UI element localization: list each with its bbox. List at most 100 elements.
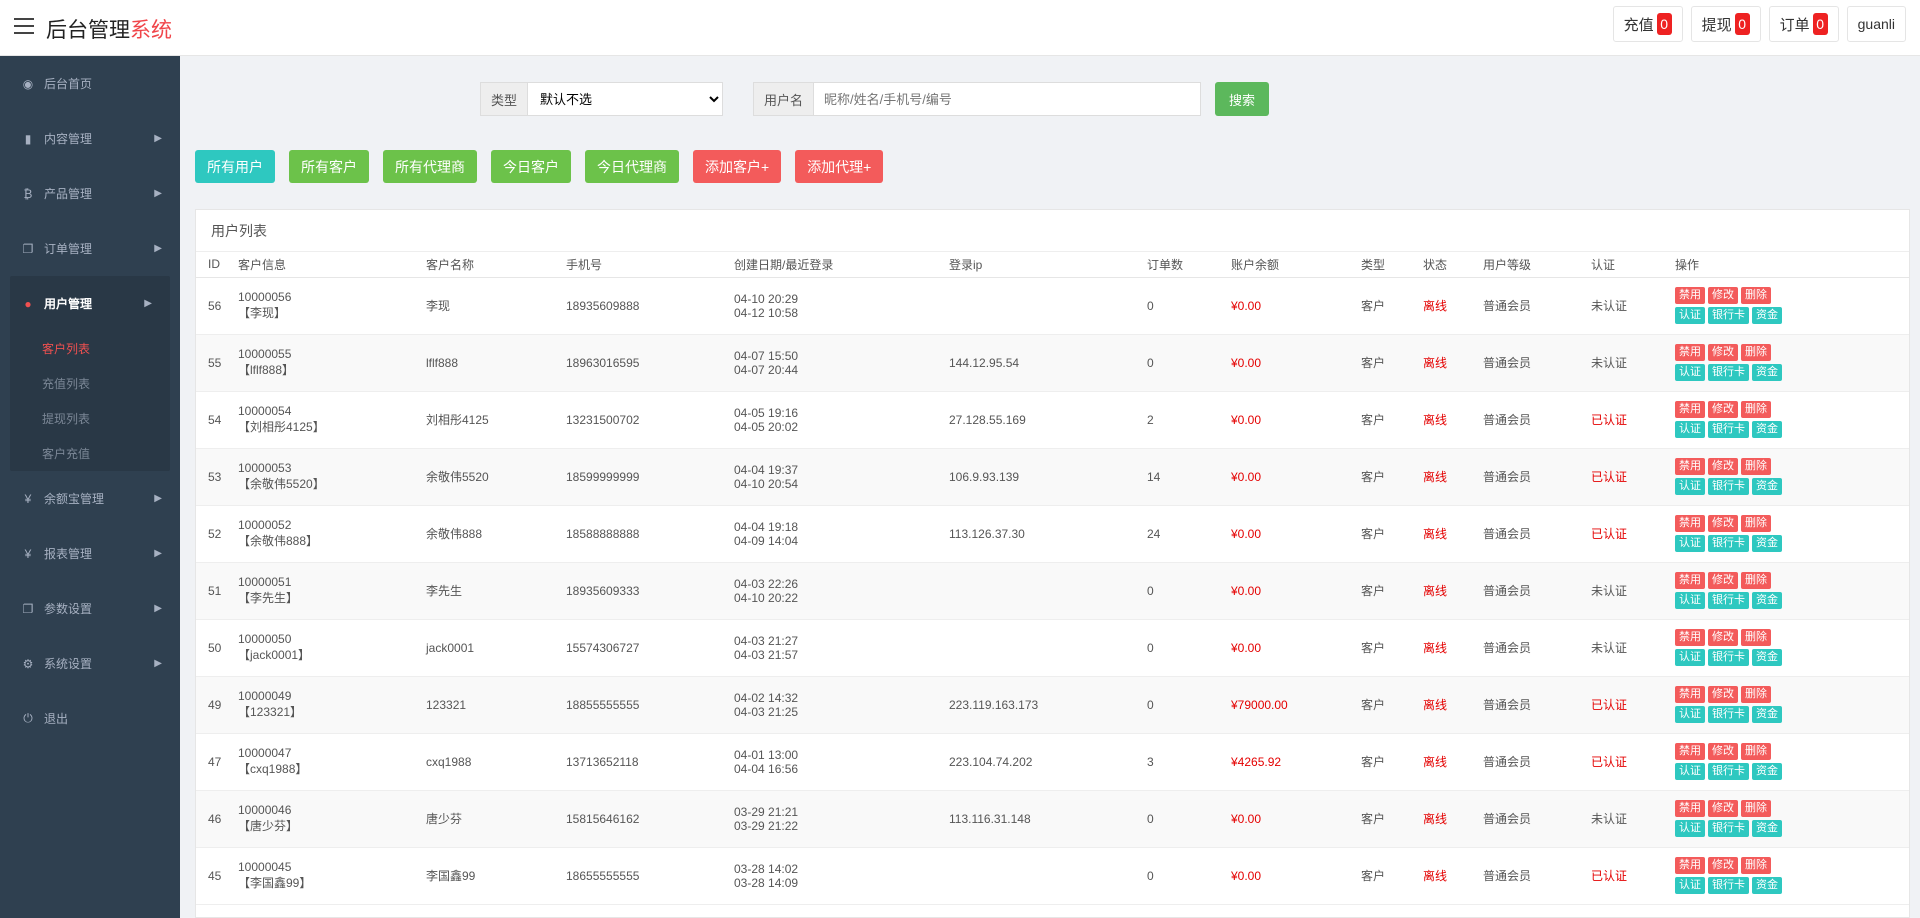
sidebar-item[interactable]: ❐ 参数设置 ▶ — [0, 581, 180, 636]
ban-button[interactable]: 禁用 — [1675, 401, 1705, 418]
sidebar-item[interactable]: ₿ 产品管理 ▶ — [0, 166, 180, 221]
sidebar-subitem[interactable]: 客户列表 — [10, 331, 170, 366]
bank-card-button[interactable]: 银行卡 — [1708, 763, 1749, 780]
type-select[interactable]: 默认不选 — [528, 83, 723, 115]
edit-button[interactable]: 修改 — [1708, 800, 1738, 817]
delete-button[interactable]: 删除 — [1741, 458, 1771, 475]
ban-button[interactable]: 禁用 — [1675, 857, 1705, 874]
verify-button[interactable]: 认证 — [1675, 364, 1705, 381]
ban-button[interactable]: 禁用 — [1675, 344, 1705, 361]
delete-button[interactable]: 删除 — [1741, 344, 1771, 361]
bank-card-button[interactable]: 银行卡 — [1708, 478, 1749, 495]
edit-button[interactable]: 修改 — [1708, 401, 1738, 418]
delete-button[interactable]: 删除 — [1741, 629, 1771, 646]
edit-button[interactable]: 修改 — [1708, 686, 1738, 703]
funds-button[interactable]: 资金 — [1752, 592, 1782, 609]
ban-button[interactable]: 禁用 — [1675, 629, 1705, 646]
cell-balance: ¥0.00 — [1219, 562, 1349, 620]
sidebar-item[interactable]: ◉ 后台首页 — [0, 56, 180, 111]
sidebar-item[interactable]: ¥ 余额宝管理 ▶ — [0, 471, 180, 526]
delete-button[interactable]: 删除 — [1741, 287, 1771, 304]
verify-button[interactable]: 认证 — [1675, 649, 1705, 666]
sidebar-item[interactable]: ⏻ 退出 — [0, 691, 180, 746]
bank-card-button[interactable]: 银行卡 — [1708, 307, 1749, 324]
delete-button[interactable]: 删除 — [1741, 515, 1771, 532]
funds-button[interactable]: 资金 — [1752, 877, 1782, 894]
bitcoin-icon: ₿ — [23, 186, 33, 201]
bank-card-button[interactable]: 银行卡 — [1708, 421, 1749, 438]
quick-filter-button[interactable]: 所有用户 — [195, 150, 275, 183]
ban-button[interactable]: 禁用 — [1675, 743, 1705, 760]
delete-button[interactable]: 删除 — [1741, 857, 1771, 874]
edit-button[interactable]: 修改 — [1708, 629, 1738, 646]
ban-button[interactable]: 禁用 — [1675, 800, 1705, 817]
top-action-button[interactable]: 充值 0 — [1612, 6, 1683, 42]
delete-button[interactable]: 删除 — [1741, 401, 1771, 418]
quick-filter-button[interactable]: 所有代理商 — [383, 150, 477, 183]
funds-button[interactable]: 资金 — [1752, 820, 1782, 837]
bank-card-button[interactable]: 银行卡 — [1708, 364, 1749, 381]
sidebar-subitem[interactable]: 客户充值 — [10, 436, 170, 471]
funds-button[interactable]: 资金 — [1752, 535, 1782, 552]
customer-nick: 【唐少芬】 — [238, 819, 299, 833]
verify-button[interactable]: 认证 — [1675, 877, 1705, 894]
ban-button[interactable]: 禁用 — [1675, 515, 1705, 532]
delete-button[interactable]: 删除 — [1741, 686, 1771, 703]
funds-button[interactable]: 资金 — [1752, 364, 1782, 381]
sidebar-item[interactable]: ▮ 内容管理 ▶ — [0, 111, 180, 166]
bank-card-button[interactable]: 银行卡 — [1708, 706, 1749, 723]
user-menu-button[interactable]: guanli — [1846, 6, 1906, 42]
verify-button[interactable]: 认证 — [1675, 763, 1705, 780]
bank-card-button[interactable]: 银行卡 — [1708, 649, 1749, 666]
edit-button[interactable]: 修改 — [1708, 287, 1738, 304]
delete-button[interactable]: 删除 — [1741, 800, 1771, 817]
delete-button[interactable]: 删除 — [1741, 743, 1771, 760]
delete-button[interactable]: 删除 — [1741, 572, 1771, 589]
funds-button[interactable]: 资金 — [1752, 649, 1782, 666]
funds-button[interactable]: 资金 — [1752, 763, 1782, 780]
quick-filter-button[interactable]: 添加客户+ — [693, 150, 782, 183]
edit-button[interactable]: 修改 — [1708, 572, 1738, 589]
sidebar-item[interactable]: ⚙ 系统设置 ▶ — [0, 636, 180, 691]
sidebar-subitem[interactable]: 充值列表 — [10, 366, 170, 401]
verify-button[interactable]: 认证 — [1675, 478, 1705, 495]
sidebar-item[interactable]: ● 用户管理 ▶ — [10, 276, 170, 331]
verify-button[interactable]: 认证 — [1675, 706, 1705, 723]
funds-button[interactable]: 资金 — [1752, 421, 1782, 438]
user-search-input[interactable] — [814, 83, 1201, 115]
sidebar-subitem[interactable]: 提现列表 — [10, 401, 170, 436]
funds-button[interactable]: 资金 — [1752, 307, 1782, 324]
top-action-button[interactable]: 提现 0 — [1690, 6, 1761, 42]
edit-button[interactable]: 修改 — [1708, 458, 1738, 475]
quick-filter-button[interactable]: 今日代理商 — [585, 150, 679, 183]
funds-button[interactable]: 资金 — [1752, 478, 1782, 495]
search-button[interactable]: 搜索 — [1215, 82, 1270, 116]
quick-filter-button[interactable]: 今日客户 — [491, 150, 571, 183]
ban-button[interactable]: 禁用 — [1675, 287, 1705, 304]
funds-button[interactable]: 资金 — [1752, 706, 1782, 723]
bank-card-button[interactable]: 银行卡 — [1708, 592, 1749, 609]
quick-filter-button[interactable]: 所有客户 — [289, 150, 369, 183]
sidebar-item[interactable]: ❐ 订单管理 ▶ — [0, 221, 180, 276]
bank-card-button[interactable]: 银行卡 — [1708, 820, 1749, 837]
cell-level: 普通会员 — [1471, 448, 1579, 506]
ban-button[interactable]: 禁用 — [1675, 458, 1705, 475]
ban-button[interactable]: 禁用 — [1675, 572, 1705, 589]
sidebar-item[interactable]: ¥ 报表管理 ▶ — [0, 526, 180, 581]
bank-card-button[interactable]: 银行卡 — [1708, 877, 1749, 894]
bank-card-button[interactable]: 银行卡 — [1708, 535, 1749, 552]
verify-button[interactable]: 认证 — [1675, 535, 1705, 552]
edit-button[interactable]: 修改 — [1708, 857, 1738, 874]
menu-toggle-icon[interactable] — [14, 18, 34, 34]
edit-button[interactable]: 修改 — [1708, 344, 1738, 361]
verify-button[interactable]: 认证 — [1675, 820, 1705, 837]
edit-button[interactable]: 修改 — [1708, 515, 1738, 532]
ban-button[interactable]: 禁用 — [1675, 686, 1705, 703]
operation-buttons: 禁用 修改 删除认证 银行卡 资金 — [1675, 572, 1909, 609]
verify-button[interactable]: 认证 — [1675, 307, 1705, 324]
verify-button[interactable]: 认证 — [1675, 592, 1705, 609]
top-action-button[interactable]: 订单 0 — [1768, 6, 1839, 42]
quick-filter-button[interactable]: 添加代理+ — [795, 150, 884, 183]
verify-button[interactable]: 认证 — [1675, 421, 1705, 438]
edit-button[interactable]: 修改 — [1708, 743, 1738, 760]
